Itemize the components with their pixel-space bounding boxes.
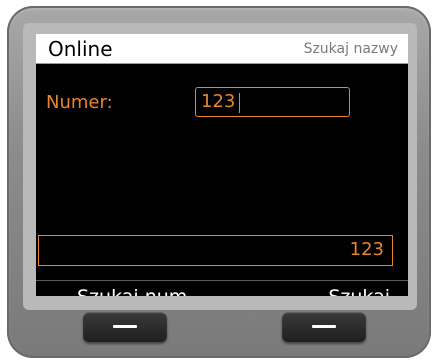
- softkey-search-number[interactable]: Szukaj num.: [77, 285, 193, 296]
- number-input[interactable]: 123: [195, 87, 350, 117]
- screen-context-label: Szukaj nazwy: [303, 41, 398, 57]
- dash-icon: [312, 325, 336, 328]
- dialed-number-display: 123: [38, 235, 393, 266]
- screen-header: Online Szukaj nazwy: [36, 34, 408, 64]
- screen-title: Online: [48, 37, 113, 61]
- left-display-key[interactable]: [83, 312, 167, 342]
- softkey-search[interactable]: Szukaj: [328, 285, 390, 296]
- number-field-label: Numer:: [46, 92, 113, 113]
- number-input-value: 123: [201, 91, 236, 112]
- text-caret: [239, 93, 240, 113]
- phone-screen: Online Szukaj nazwy Numer: 123 123 Szuka…: [36, 34, 408, 296]
- dialed-number-value: 123: [349, 239, 384, 260]
- right-display-key[interactable]: [282, 312, 366, 342]
- dash-icon: [113, 325, 137, 328]
- softkey-bar: Szukaj num. Szukaj: [36, 280, 408, 296]
